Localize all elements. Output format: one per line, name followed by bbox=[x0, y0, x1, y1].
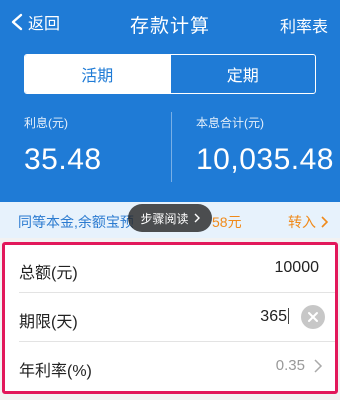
chevron-right-icon bbox=[314, 359, 323, 373]
chevron-right-icon bbox=[194, 213, 200, 223]
row-divider bbox=[19, 341, 335, 342]
deposit-form: 总额(元) 10000 期限(天) 365 年利率(%) 0.35 bbox=[2, 242, 338, 394]
term-row[interactable]: 期限(天) 365 bbox=[5, 294, 335, 342]
text-cursor bbox=[288, 308, 289, 324]
interest-stat: 利息(元) 35.48 bbox=[24, 114, 102, 177]
amount-input[interactable]: 10000 bbox=[275, 259, 320, 277]
deposit-type-tabs: 活期 定期 bbox=[24, 54, 316, 94]
step-reading-toast[interactable]: 步骤阅读 bbox=[128, 204, 212, 232]
promo-amount: 58元 bbox=[212, 214, 242, 230]
term-input[interactable]: 365 bbox=[260, 308, 289, 326]
stat-divider bbox=[171, 112, 172, 182]
interest-label: 利息(元) bbox=[24, 116, 68, 130]
top-nav-bar: 返回 存款计算 利率表 bbox=[0, 0, 340, 44]
rate-row[interactable]: 年利率(%) 0.35 bbox=[5, 343, 335, 391]
tab-fixed-deposit[interactable]: 定期 bbox=[169, 55, 316, 93]
result-panel: 活期 定期 利息(元) 35.48 本息合计(元) 10,035.48 bbox=[0, 44, 340, 202]
chevron-right-icon bbox=[321, 216, 328, 228]
total-value: 10,035.48 bbox=[196, 143, 334, 176]
amount-label: 总额(元) bbox=[19, 265, 78, 282]
total-stat: 本息合计(元) 10,035.48 bbox=[196, 114, 334, 177]
clear-circle-icon[interactable] bbox=[301, 305, 325, 329]
rate-value: 0.35 bbox=[275, 357, 305, 374]
term-label: 期限(天) bbox=[19, 314, 78, 331]
rate-table-button[interactable]: 利率表 bbox=[280, 13, 328, 37]
rate-label: 年利率(%) bbox=[19, 363, 92, 380]
promo-text: 同等本金,余额宝预 bbox=[18, 214, 134, 230]
amount-row[interactable]: 总额(元) 10000 bbox=[5, 245, 335, 293]
transfer-label: 转入 bbox=[288, 214, 316, 230]
total-label: 本息合计(元) bbox=[196, 116, 264, 130]
transfer-in-button[interactable]: 转入 bbox=[288, 212, 328, 232]
interest-value: 35.48 bbox=[24, 143, 102, 176]
toast-label: 步骤阅读 bbox=[140, 211, 189, 226]
term-value: 365 bbox=[260, 308, 287, 325]
tab-current-deposit[interactable]: 活期 bbox=[25, 55, 170, 93]
row-divider bbox=[19, 292, 335, 293]
